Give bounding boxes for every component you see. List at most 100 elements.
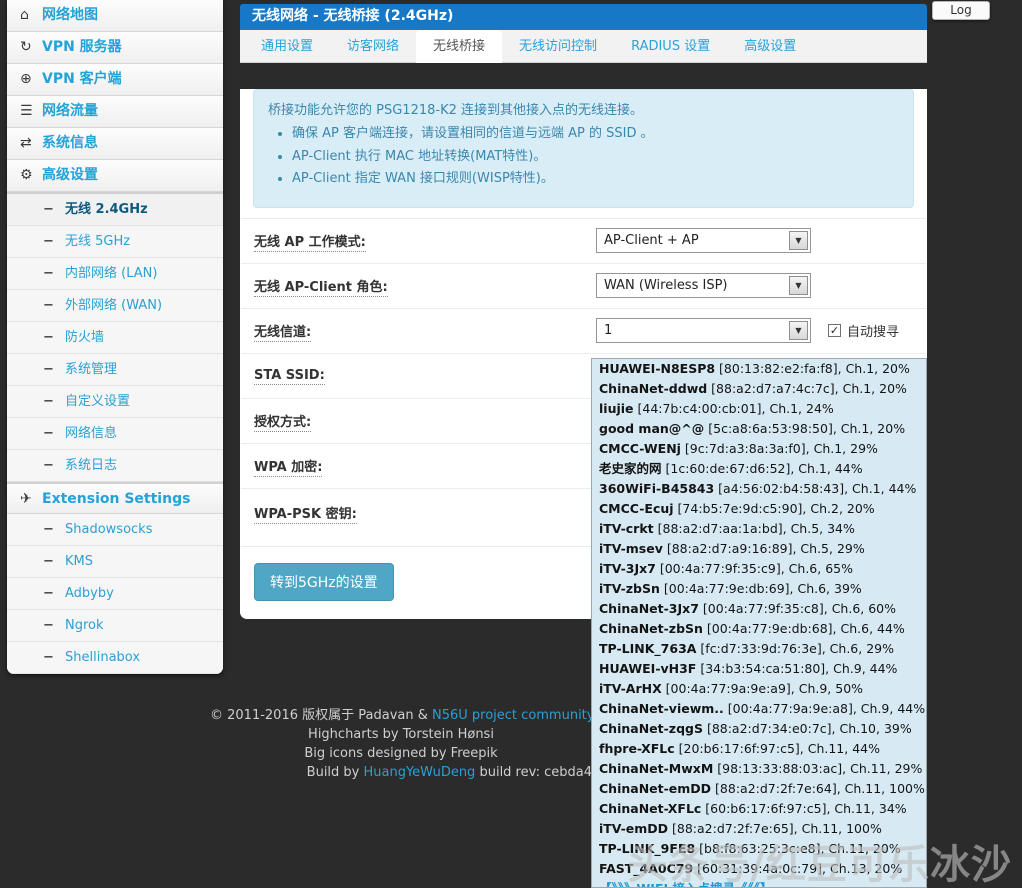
sidebar-subitem[interactable]: −系统日志: [7, 450, 223, 482]
wifi-scan-option[interactable]: iTV-ArHX [00:4a:77:9a:9e:a9], Ch.9, 50%: [592, 679, 926, 699]
wifi-scan-option[interactable]: ChinaNet-emDD [88:a2:d7:2f:7e:64], Ch.11…: [592, 779, 926, 799]
log-button[interactable]: Log: [932, 1, 990, 20]
sidebar-subitem[interactable]: −Ngrok: [7, 610, 223, 642]
wifi-scan-option[interactable]: good man@^@ [5c:a8:6a:53:98:50], Ch.1, 2…: [592, 419, 926, 439]
wifi-scan-option[interactable]: iTV-msev [88:a2:d7:a9:16:89], Ch.5, 29%: [592, 539, 926, 559]
wifi-scan-option[interactable]: iTV-zbSn [00:4a:77:9e:db:69], Ch.6, 39%: [592, 579, 926, 599]
wifi-scan-option[interactable]: iTV-crkt [88:a2:d7:aa:1a:bd], Ch.5, 34%: [592, 519, 926, 539]
sidebar-item[interactable]: ⊕VPN 客户端: [7, 64, 223, 96]
sidebar-subitem[interactable]: −网络信息: [7, 418, 223, 450]
wifi-ssid: CMCC-Ecuj: [599, 501, 674, 516]
wifi-scan-option[interactable]: TP-LINK_9FE8 [b8:f8:63:25:3c:e8], Ch.11,…: [592, 839, 926, 859]
wifi-scan-option[interactable]: ChinaNet-viewm.. [00:4a:77:9a:9e:a8], Ch…: [592, 699, 926, 719]
wifi-ssid: good man@^@: [599, 421, 704, 436]
wifi-details: [00:4a:77:9e:db:68], Ch.6, 44%: [703, 621, 905, 636]
wifi-scan-option[interactable]: ChinaNet-zqgS [88:a2:d7:34:e0:7c], Ch.10…: [592, 719, 926, 739]
wifi-scan-option[interactable]: ChinaNet-3Jx7 [00:4a:77:9f:35:c8], Ch.6,…: [592, 599, 926, 619]
system-info-icon: ⇄: [20, 128, 42, 159]
page-title: 无线网络 - 无线桥接 (2.4GHz): [240, 4, 927, 30]
tab[interactable]: 无线桥接: [416, 30, 502, 63]
sidebar-item[interactable]: ⇄系统信息: [7, 128, 223, 160]
sidebar-subitem-label: Ngrok: [65, 618, 104, 633]
chevron-down-icon[interactable]: ▼: [789, 321, 808, 340]
goto-5ghz-settings-button[interactable]: 转到5GHz的设置: [254, 563, 394, 601]
tab-label: 无线访问控制: [519, 39, 597, 54]
wifi-scan-option[interactable]: fhpre-XFLc [20:b6:17:6f:97:c5], Ch.11, 4…: [592, 739, 926, 759]
wifi-scan-option[interactable]: ChinaNet-ddwd [88:a2:d7:a7:4c:7c], Ch.1,…: [592, 379, 926, 399]
vpn-client-icon: ⊕: [20, 64, 42, 95]
channel-select[interactable]: 1 ▼: [596, 318, 811, 343]
sidebar-item[interactable]: ☰网络流量: [7, 96, 223, 128]
dash-icon: −: [43, 354, 65, 385]
tab[interactable]: 通用设置: [244, 30, 330, 62]
wifi-scan-option[interactable]: ChinaNet-XFLc [60:b6:17:6f:97:c5], Ch.11…: [592, 799, 926, 819]
sidebar-item[interactable]: ⌂网络地图: [7, 0, 223, 32]
sidebar-subitem-label: 无线 2.4GHz: [65, 202, 148, 217]
wifi-details: [88:a2:d7:a9:16:89], Ch.5, 29%: [663, 541, 865, 556]
wifi-scan-option[interactable]: 360WiFi-B45843 [a4:56:02:b4:58:43], Ch.1…: [592, 479, 926, 499]
wifi-ssid: iTV-crkt: [599, 521, 654, 536]
dash-icon: −: [43, 450, 65, 481]
chevron-down-icon[interactable]: ▼: [789, 231, 808, 250]
sidebar-subitem[interactable]: −防火墙: [7, 322, 223, 354]
sidebar-subitem[interactable]: −Adbyby: [7, 578, 223, 610]
sidebar-item-label: 网络流量: [42, 103, 98, 119]
sidebar-subitem-label: Shellinabox: [65, 650, 140, 665]
wifi-details: [00:4a:77:9f:35:c9], Ch.6, 65%: [656, 561, 853, 576]
dash-icon: −: [43, 386, 65, 417]
ap-mode-select[interactable]: AP-Client + AP ▼: [596, 228, 811, 253]
dash-icon: −: [43, 610, 65, 641]
wifi-scan-option[interactable]: iTV-3Jx7 [00:4a:77:9f:35:c9], Ch.6, 65%: [592, 559, 926, 579]
sidebar-subitem[interactable]: −外部网络 (WAN): [7, 290, 223, 322]
sidebar-item[interactable]: ⚙高级设置: [7, 160, 223, 192]
wifi-scan-option[interactable]: HUAWEI-N8ESP8 [80:13:82:e2:fa:f8], Ch.1,…: [592, 359, 926, 379]
wpa-encryption-label: WPA 加密:: [254, 456, 596, 475]
sidebar-subitem[interactable]: −Shellinabox: [7, 642, 223, 674]
dash-icon: −: [43, 514, 65, 545]
wifi-details: [9c:7d:a3:8a:3a:f0], Ch.1, 29%: [681, 441, 878, 456]
wifi-scan-option[interactable]: FAST_4A0C79 [60:31:39:4a:0c:79], Ch.13, …: [592, 859, 926, 879]
sidebar-subitem[interactable]: −无线 5GHz: [7, 226, 223, 258]
sidebar-subitem-label: 外部网络 (WAN): [65, 298, 162, 313]
wifi-scan-option[interactable]: ChinaNet-zbSn [00:4a:77:9e:db:68], Ch.6,…: [592, 619, 926, 639]
wifi-scan-option[interactable]: ChinaNet-MwxM [98:13:33:88:03:ac], Ch.11…: [592, 759, 926, 779]
wifi-scan-option[interactable]: CMCC-Ecuj [74:b5:7e:9d:c5:90], Ch.2, 20%: [592, 499, 926, 519]
builder-link[interactable]: HuangYeWuDeng: [364, 765, 476, 780]
chevron-down-icon[interactable]: ▼: [789, 276, 808, 295]
sidebar-subitem-label: 自定义设置: [65, 394, 130, 409]
sidebar-subitem[interactable]: −系统管理: [7, 354, 223, 386]
wifi-ssid: 360WiFi-B45843: [599, 481, 714, 496]
ap-client-role-select[interactable]: WAN (Wireless ISP) ▼: [596, 273, 811, 298]
channel-value: 1: [604, 323, 612, 338]
sidebar-item-extension-settings[interactable]: ✈Extension Settings: [7, 482, 223, 514]
wifi-scan-option[interactable]: CMCC-WENj [9c:7d:a3:8a:3a:f0], Ch.1, 29%: [592, 439, 926, 459]
sidebar-subitem[interactable]: −Shadowsocks: [7, 514, 223, 546]
sidebar-subitem[interactable]: −自定义设置: [7, 386, 223, 418]
wifi-scan-option[interactable]: HUAWEI-vH3F [34:b3:54:ca:51:80], Ch.9, 4…: [592, 659, 926, 679]
sidebar-subitem[interactable]: −KMS: [7, 546, 223, 578]
sidebar-subitem-label: 网络信息: [65, 426, 117, 441]
wifi-ssid: iTV-emDD: [599, 821, 668, 836]
wifi-details: [60:31:39:4a:0c:79], Ch.13, 20%: [693, 861, 902, 876]
sidebar-item[interactable]: ↻VPN 服务器: [7, 32, 223, 64]
n56u-community-link[interactable]: N56U project community: [432, 708, 592, 723]
sidebar-subitem[interactable]: −内部网络 (LAN): [7, 258, 223, 290]
wifi-scan-option[interactable]: liujie [44:7b:c4:00:cb:01], Ch.1, 24%: [592, 399, 926, 419]
wifi-scan-option[interactable]: iTV-emDD [88:a2:d7:2f:7e:65], Ch.11, 100…: [592, 819, 926, 839]
sidebar-subitem-label: Shadowsocks: [65, 522, 152, 537]
tab-label: 通用设置: [261, 39, 313, 54]
wifi-details: [88:a2:d7:2f:7e:65], Ch.11, 100%: [668, 821, 882, 836]
tab[interactable]: RADIUS 设置: [614, 30, 727, 62]
wifi-details: [44:7b:c4:00:cb:01], Ch.1, 24%: [634, 401, 834, 416]
wifi-scan-option[interactable]: TP-LINK_763A [fc:d7:33:9d:76:3e], Ch.6, …: [592, 639, 926, 659]
tab[interactable]: 无线访问控制: [502, 30, 614, 62]
dash-icon: −: [43, 226, 65, 257]
wifi-scan-option[interactable]: 老史家的网 [1c:60:de:67:d6:52], Ch.1, 44%: [592, 459, 926, 479]
wifi-rescan-option[interactable]: 【》》》WIFI 接入点搜寻《《《】: [592, 879, 926, 888]
sidebar-subitem[interactable]: −无线 2.4GHz: [7, 194, 223, 226]
auto-search-checkbox-wrap[interactable]: ✓ 自动搜寻: [828, 321, 899, 340]
tab[interactable]: 高级设置: [727, 30, 813, 62]
auto-search-checkbox[interactable]: ✓: [828, 324, 841, 337]
footer-build: Build by HuangYeWuDeng build rev: cebda4: [210, 763, 592, 782]
tab[interactable]: 访客网络: [330, 30, 416, 62]
